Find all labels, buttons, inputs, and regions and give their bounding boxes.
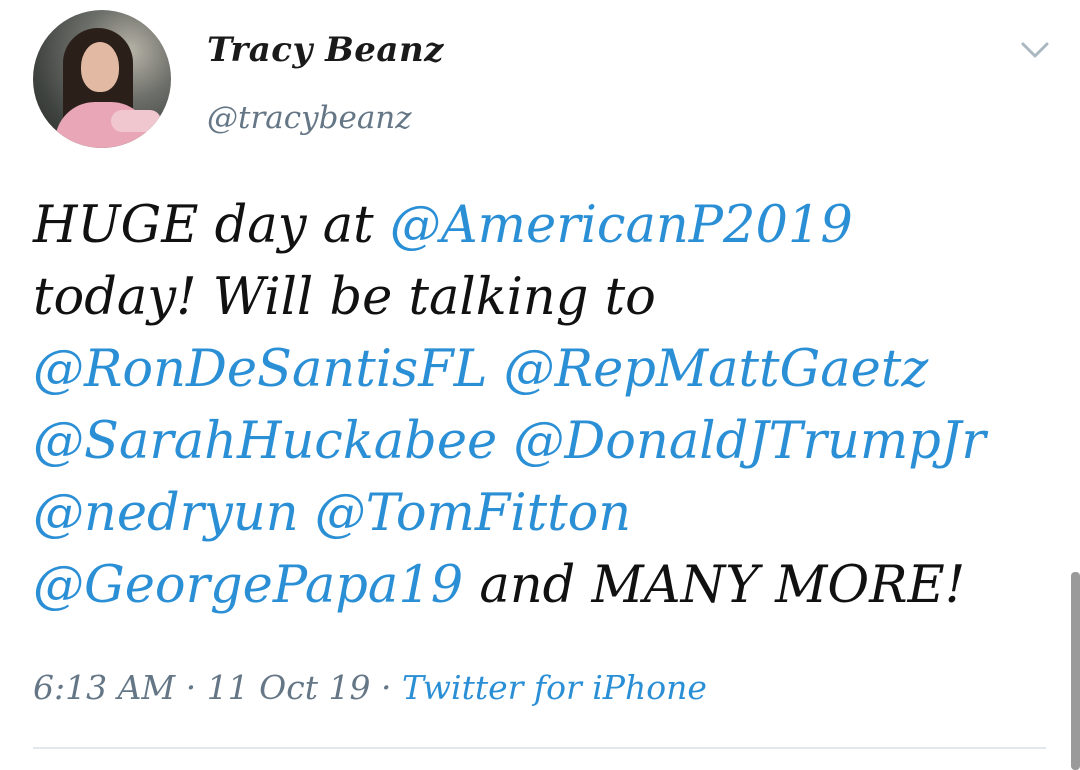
avatar-arm (111, 110, 161, 132)
mention-link[interactable]: @nedryun (33, 484, 299, 543)
mention-link[interactable]: @DonaldJTrumpJr (513, 412, 985, 471)
tweet-text-segment: HUGE day at (33, 196, 390, 255)
mention-link[interactable]: @SarahHuckabee (33, 412, 497, 471)
tweet-source-link[interactable]: Twitter for iPhone (402, 668, 707, 707)
divider (33, 747, 1046, 749)
meta-separator: · (370, 668, 402, 707)
avatar[interactable] (33, 10, 171, 148)
chevron-down-icon[interactable] (1020, 38, 1050, 62)
tweet-meta: 6:13 AM · 11 Oct 19 · Twitter for iPhone (33, 668, 707, 707)
tweet-card: Tracy Beanz @tracybeanz HUGE day at @Ame… (0, 0, 1080, 770)
mention-link[interactable]: @GeorgePapa19 (33, 556, 463, 615)
author-display-name[interactable]: Tracy Beanz (207, 30, 444, 70)
mention-link[interactable]: @RonDeSantisFL (33, 340, 487, 399)
mention-link[interactable]: @TomFitton (315, 484, 631, 543)
tweet-date[interactable]: 11 Oct 19 (207, 668, 371, 707)
avatar-face (81, 42, 119, 92)
mention-link[interactable]: @AmericanP2019 (390, 196, 853, 255)
mention-link[interactable]: @RepMattGaetz (504, 340, 929, 399)
tweet-time[interactable]: 6:13 AM (33, 668, 175, 707)
tweet-text-segment: and MANY MORE! (463, 556, 966, 615)
scrollbar[interactable] (1071, 572, 1080, 770)
author-handle[interactable]: @tracybeanz (207, 100, 412, 136)
tweet-text-segment: today! Will be talking to (33, 268, 656, 327)
tweet-text: HUGE day at @AmericanP2019 today! Will b… (33, 190, 1043, 622)
meta-separator: · (175, 668, 207, 707)
